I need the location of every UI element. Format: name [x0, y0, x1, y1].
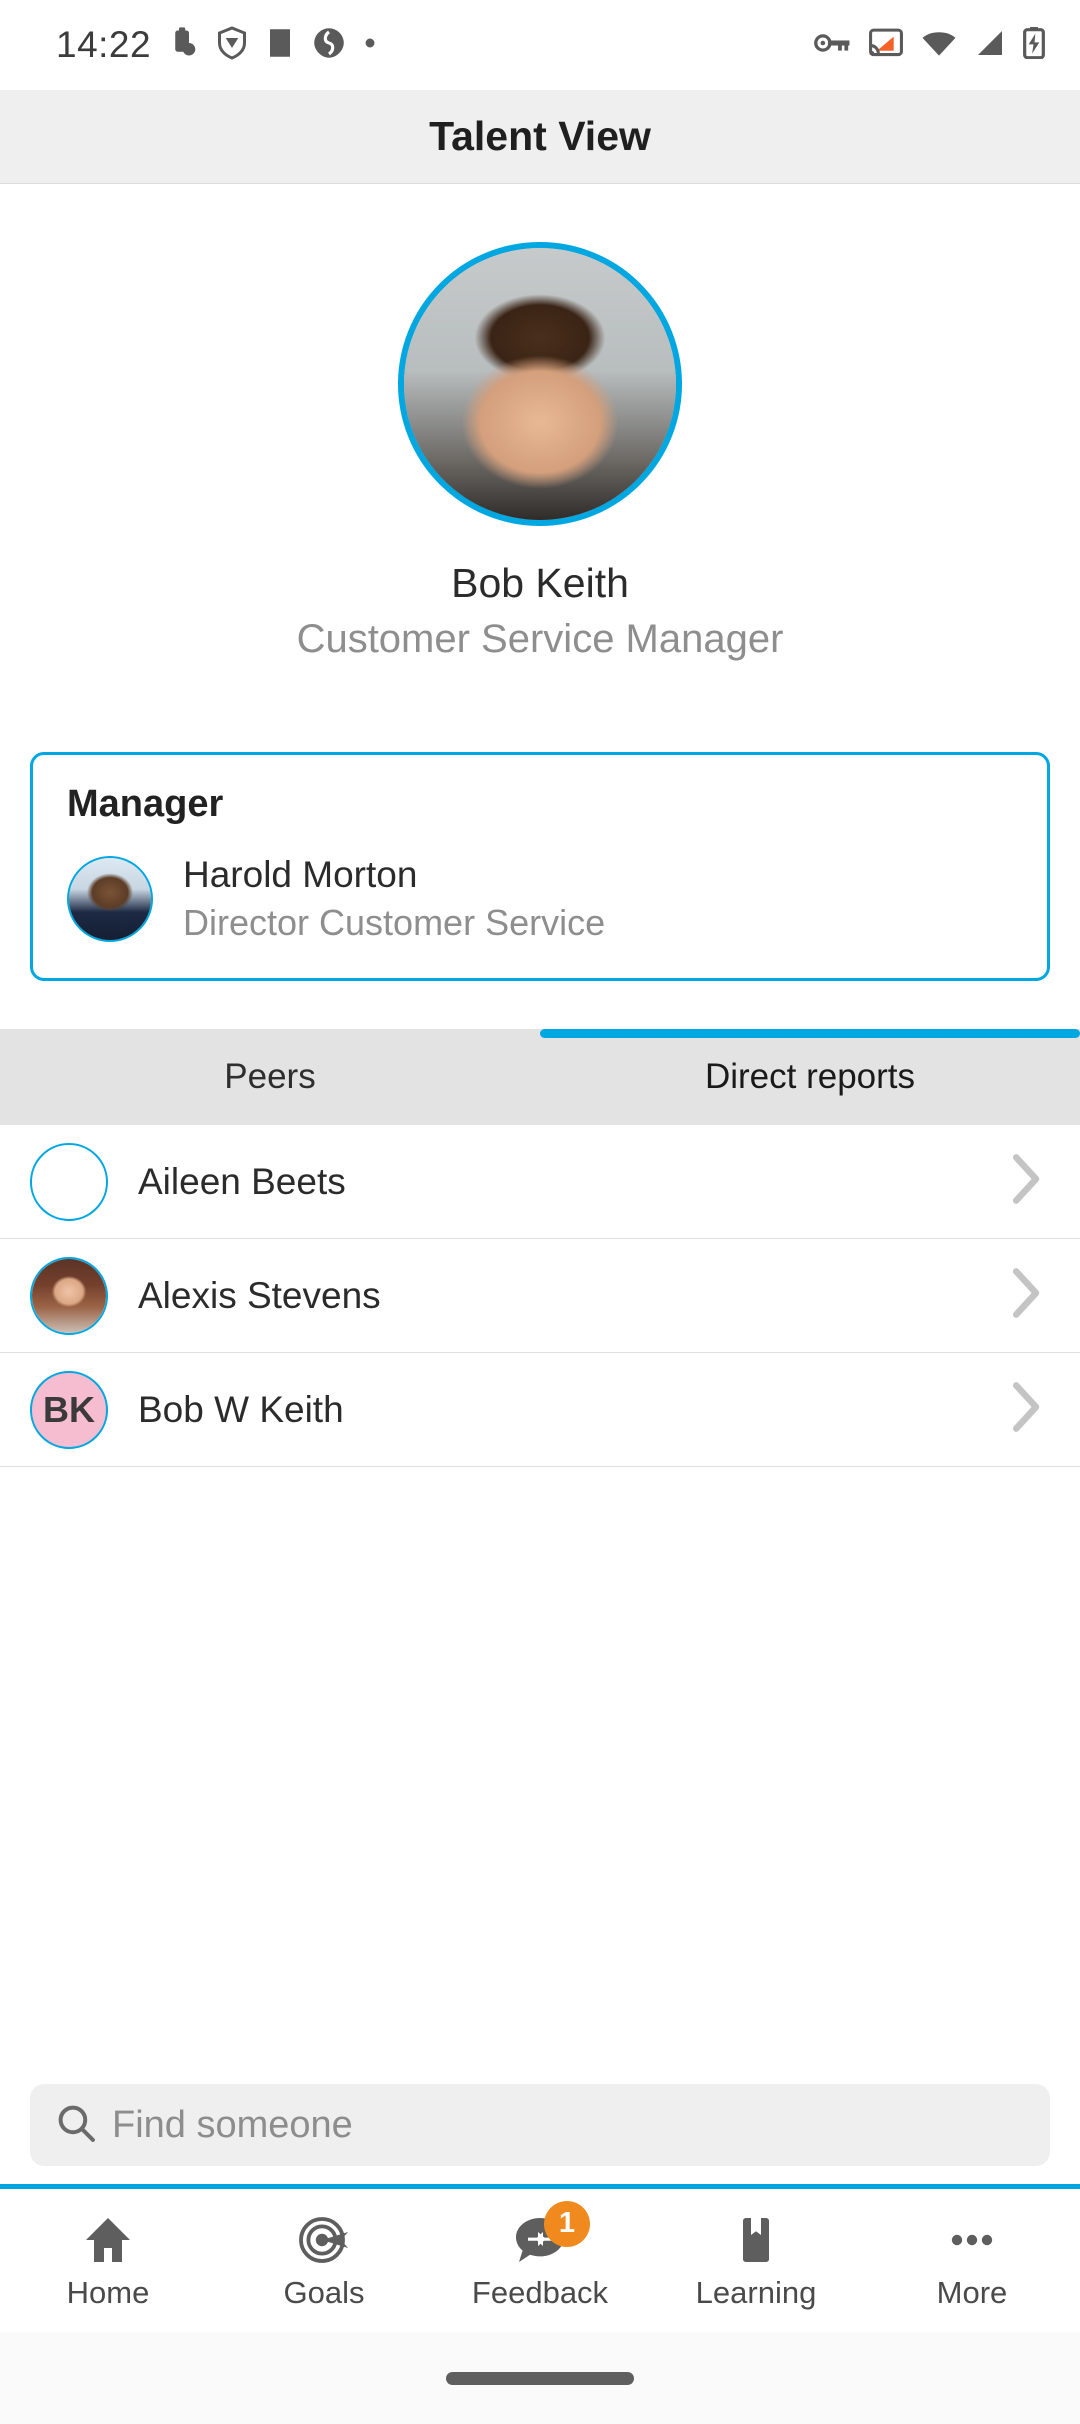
- more-dots-icon: [946, 2211, 998, 2269]
- avatar-initials: BK: [30, 1370, 108, 1449]
- search-icon: [56, 2103, 96, 2148]
- direct-reports-list: Aileen Beets Alexis Stevens BK Bob W Kei…: [0, 1125, 1080, 2070]
- nav-item-more[interactable]: More: [864, 2211, 1080, 2311]
- avatar-initials-text: BK: [43, 1388, 95, 1430]
- battery-charging-icon: [1022, 26, 1046, 64]
- search-input[interactable]: Find someone: [30, 2084, 1050, 2166]
- list-item[interactable]: Aileen Beets: [0, 1125, 1080, 1239]
- list-item[interactable]: Alexis Stevens: [0, 1239, 1080, 1353]
- manager-role: Director Customer Service: [183, 902, 606, 943]
- manager-photo-image: [69, 858, 151, 940]
- search-container: Find someone: [0, 2070, 1080, 2184]
- avatar-image: [32, 1258, 106, 1333]
- nav-item-feedback-label: Feedback: [471, 2274, 609, 2310]
- profile-name: Bob Keith: [451, 560, 629, 606]
- nav-item-home[interactable]: Home: [0, 2211, 216, 2311]
- square-icon: [265, 26, 295, 65]
- list-item-name: Aileen Beets: [138, 1160, 346, 1202]
- bottom-navigation: Home Goals 1 Feedback Learning More: [0, 2184, 1080, 2332]
- app-screen: 14:22 Talent View Bob Keith Customer Ser…: [0, 0, 1080, 2424]
- feedback-badge: 1: [544, 2200, 590, 2247]
- chevron-right-icon[interactable]: [1010, 1152, 1044, 1211]
- manager-card[interactable]: Manager Harold Morton Director Customer …: [30, 752, 1050, 981]
- nav-item-more-label: More: [936, 2274, 1008, 2310]
- wifi-icon: [920, 28, 958, 63]
- list-item-name: Bob W Keith: [138, 1388, 344, 1430]
- shield-icon: [217, 25, 247, 65]
- tab-direct-reports-label: Direct reports: [704, 1057, 916, 1096]
- status-time: 14:22: [56, 24, 152, 65]
- avatar: [30, 1256, 108, 1335]
- gesture-pill[interactable]: [446, 2371, 634, 2385]
- profile-section: Bob Keith Customer Service Manager: [0, 184, 1080, 662]
- status-bar-left: 14:22: [56, 24, 377, 66]
- tab-direct-reports[interactable]: Direct reports: [540, 1029, 1080, 1125]
- status-bar: 14:22: [0, 0, 1080, 90]
- tab-peers-label: Peers: [224, 1057, 316, 1096]
- cellular-signal-icon: [974, 28, 1006, 63]
- tab-peers[interactable]: Peers: [0, 1029, 540, 1125]
- feedback-bubble-icon: 1: [514, 2200, 590, 2269]
- search-placeholder: Find someone: [112, 2103, 353, 2146]
- nav-item-learning[interactable]: Learning: [648, 2211, 864, 2311]
- manager-card-heading: Manager: [67, 783, 224, 825]
- vpn-key-icon: [814, 28, 852, 63]
- nav-item-learning-label: Learning: [695, 2274, 817, 2310]
- list-item[interactable]: BK Bob W Keith: [0, 1353, 1080, 1467]
- target-icon: [298, 2211, 350, 2269]
- chevron-right-icon[interactable]: [1010, 1266, 1044, 1325]
- system-gesture-bar: [0, 2332, 1080, 2424]
- list-item-name: Alexis Stevens: [138, 1274, 381, 1316]
- avatar: [30, 1142, 108, 1221]
- nav-item-home-label: Home: [66, 2274, 150, 2310]
- clipboard-icon: [169, 26, 199, 65]
- home-icon: [82, 2211, 134, 2269]
- sync-icon: [313, 26, 345, 65]
- bookmark-icon: [730, 2211, 782, 2269]
- profile-job-title: Customer Service Manager: [296, 617, 784, 661]
- status-bar-right: [814, 26, 1046, 64]
- manager-photo-harold-morton[interactable]: [67, 856, 153, 942]
- nav-item-feedback[interactable]: 1 Feedback: [432, 2200, 648, 2311]
- cast-icon: [868, 28, 904, 63]
- profile-photo-image: [404, 248, 676, 520]
- chevron-right-icon[interactable]: [1010, 1380, 1044, 1439]
- avatar-image: [32, 1145, 106, 1219]
- page-header: Talent View: [0, 90, 1080, 184]
- manager-name: Harold Morton: [183, 854, 418, 895]
- profile-photo-bob-keith[interactable]: [398, 242, 682, 526]
- manager-text-block: Harold Morton Director Customer Service: [183, 854, 605, 944]
- page-title: Talent View: [429, 113, 651, 159]
- nav-item-goals-label: Goals: [283, 2274, 365, 2310]
- nav-item-goals[interactable]: Goals: [216, 2211, 432, 2311]
- dot-icon: [363, 26, 377, 65]
- manager-row[interactable]: Harold Morton Director Customer Service: [67, 854, 1013, 944]
- tab-bar: Peers Direct reports: [0, 1029, 1080, 1125]
